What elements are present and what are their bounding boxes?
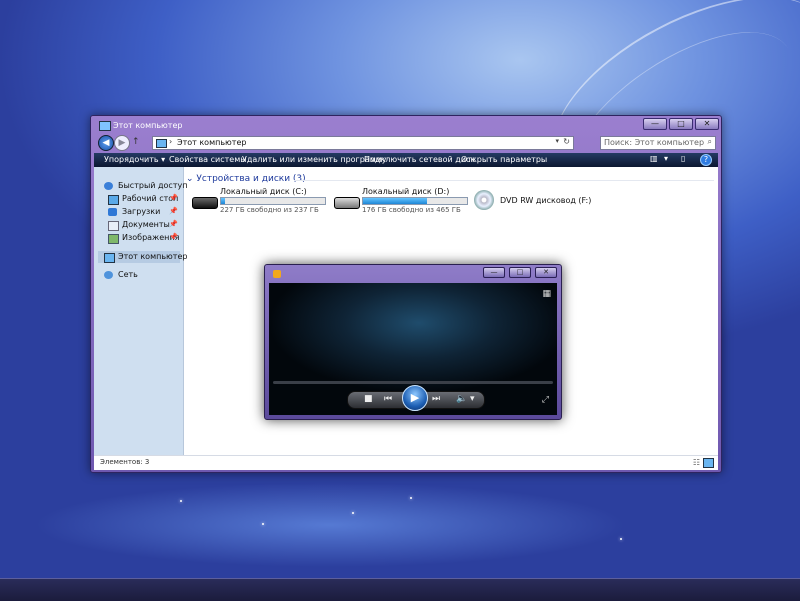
desktop-icon — [108, 195, 119, 205]
search-icon[interactable]: ⌕ — [708, 137, 712, 147]
address-dropdown-icon[interactable]: ▾ — [555, 137, 559, 145]
drive-name: DVD RW дисковод (F:) — [500, 196, 592, 205]
wallpaper-sparkle — [620, 538, 622, 540]
close-button[interactable]: ✕ — [695, 118, 719, 130]
drive-name: Локальный диск (C:) — [220, 187, 307, 196]
drive-usage-fill — [221, 198, 226, 204]
pin-icon[interactable]: 📌 — [169, 194, 178, 202]
drive-usage-bar — [362, 197, 468, 205]
next-icon[interactable]: ⏭ — [432, 394, 440, 404]
volume-icon[interactable]: 🔈 — [456, 394, 467, 404]
preview-pane-icon[interactable]: ▯ — [681, 154, 685, 163]
sidebar-item-label: Быстрый доступ — [118, 181, 188, 190]
media-player-window: — □ ✕ ▦ ■ ⏮ ⏭ 🔈 ▾ ▶ ⤢ — [264, 264, 562, 420]
wallpaper-sparkle — [352, 512, 354, 514]
sidebar-item-desktop[interactable]: Рабочий стол 📌 — [98, 193, 180, 205]
sidebar-item-documents[interactable]: Документы 📌 — [98, 219, 180, 231]
address-bar[interactable]: › Этот компьютер ▾ ↻ — [152, 136, 574, 150]
navigation-pane: Быстрый доступ Рабочий стол 📌 Загрузки 📌… — [94, 167, 187, 455]
sidebar-item-downloads[interactable]: Загрузки 📌 — [98, 206, 180, 218]
sidebar-item-label: Документы — [122, 220, 170, 229]
minimize-button[interactable]: — — [643, 118, 667, 130]
pictures-icon — [108, 234, 119, 244]
search-input[interactable]: Поиск: Этот компьютер ⌕ — [600, 136, 716, 150]
previous-icon[interactable]: ⏮ — [384, 394, 392, 404]
search-placeholder: Поиск: Этот компьютер — [604, 138, 705, 147]
sidebar-item-label: Этот компьютер — [118, 252, 188, 261]
item-count: Элементов: 3 — [100, 458, 150, 466]
help-icon[interactable]: ? — [700, 154, 712, 166]
seek-bar[interactable] — [273, 381, 553, 384]
player-minimize-button[interactable]: — — [483, 267, 505, 278]
fullscreen-icon[interactable]: ⤢ — [542, 395, 549, 405]
hard-drive-icon — [334, 197, 360, 209]
switch-view-icon[interactable]: ▦ — [542, 289, 551, 299]
dvd-drive-icon — [474, 190, 494, 210]
forward-button[interactable]: ▶ — [114, 135, 130, 151]
stop-icon[interactable]: ■ — [364, 394, 373, 404]
open-settings-button[interactable]: Открыть параметры — [461, 155, 547, 164]
drive-free-space: 176 ГБ свободно из 465 ГБ — [362, 206, 461, 214]
computer-icon — [99, 121, 111, 131]
drive-name: Локальный диск (D:) — [362, 187, 450, 196]
details-view-icon[interactable]: ☷ — [693, 458, 700, 467]
sidebar-item-network[interactable]: Сеть — [98, 269, 180, 281]
pin-icon[interactable]: 📌 — [169, 207, 178, 215]
navigation-bar: ◀ ▶ ↑ › Этот компьютер ▾ ↻ Поиск: Этот к… — [94, 134, 718, 152]
drive-usage-fill — [363, 198, 428, 204]
wallpaper-sparkle — [180, 500, 182, 502]
back-button[interactable]: ◀ — [98, 135, 114, 151]
map-network-drive-button[interactable]: Подключить сетевой диск — [364, 155, 475, 164]
sidebar-item-this-pc[interactable]: Этот компьютер — [98, 251, 187, 263]
media-player-logo-icon — [273, 270, 281, 278]
drive-usage-bar — [220, 197, 326, 205]
change-view-icon[interactable]: ▥ — [650, 154, 658, 163]
sidebar-item-pictures[interactable]: Изображения 📌 — [98, 232, 180, 244]
download-icon — [108, 208, 117, 216]
wallpaper-sparkle — [410, 497, 412, 499]
refresh-icon[interactable]: ↻ — [563, 137, 570, 146]
sidebar-item-label: Загрузки — [122, 207, 161, 216]
breadcrumb-separator[interactable]: › — [169, 137, 172, 146]
computer-icon — [104, 253, 115, 263]
sidebar-item-label: Сеть — [118, 270, 138, 279]
volume-dropdown-icon[interactable]: ▾ — [470, 394, 475, 404]
player-maximize-button[interactable]: □ — [509, 267, 531, 278]
computer-icon — [156, 139, 167, 148]
maximize-button[interactable]: □ — [669, 118, 693, 130]
breadcrumb[interactable]: Этот компьютер — [177, 138, 246, 147]
section-header-devices[interactable]: ⌄ Устройства и диски (3) — [186, 174, 306, 184]
explorer-titlebar[interactable]: Этот компьютер — □ ✕ — [91, 116, 721, 134]
star-icon — [104, 182, 113, 190]
play-button[interactable]: ▶ — [402, 385, 428, 411]
section-title: Устройства и диски (3) — [196, 174, 306, 184]
section-divider — [294, 180, 714, 181]
wallpaper-sparkle — [262, 523, 264, 525]
system-properties-button[interactable]: Свойства системы — [169, 155, 247, 164]
up-button[interactable]: ↑ — [132, 137, 140, 147]
organize-button[interactable]: Упорядочить ▾ — [104, 155, 165, 164]
network-icon — [104, 271, 113, 279]
command-bar: Упорядочить ▾ Свойства системы Удалить и… — [94, 153, 718, 168]
status-bar: Элементов: 3 ☷ — [94, 455, 718, 470]
hard-drive-icon — [192, 197, 218, 209]
document-icon — [108, 221, 119, 231]
pin-icon[interactable]: 📌 — [169, 233, 178, 241]
sidebar-item-quick-access[interactable]: Быстрый доступ — [98, 180, 187, 192]
window-title: Этот компьютер — [113, 121, 183, 130]
chevron-down-icon[interactable]: ⌄ — [186, 174, 194, 184]
player-close-button[interactable]: ✕ — [535, 267, 557, 278]
large-icons-view-icon[interactable] — [703, 458, 714, 468]
wallpaper-glow — [0, 470, 800, 580]
taskbar — [0, 578, 800, 601]
video-area[interactable]: ▦ ■ ⏮ ⏭ 🔈 ▾ ▶ ⤢ — [269, 283, 557, 415]
view-dropdown-icon[interactable]: ▾ — [664, 154, 668, 163]
pin-icon[interactable]: 📌 — [169, 220, 178, 228]
drive-free-space: 227 ГБ свободно из 237 ГБ — [220, 206, 319, 214]
